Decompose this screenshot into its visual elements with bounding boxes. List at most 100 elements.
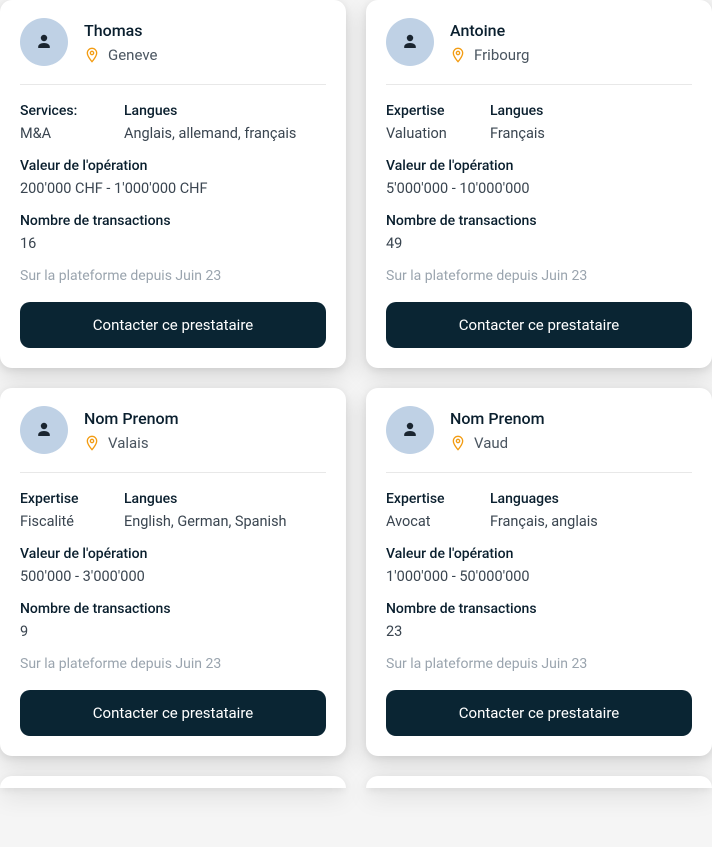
languages-value: Français, anglais (490, 513, 598, 530)
info-row: Expertise Valuation Langues Français (386, 103, 692, 142)
contact-button[interactable]: Contacter ce prestataire (20, 690, 326, 736)
location-icon (450, 435, 466, 451)
transactions-label: Nombre de transactions (386, 601, 692, 617)
provider-card: Antoine Fribourg Expertise Valuation Lan… (366, 0, 712, 368)
contact-button[interactable]: Contacter ce prestataire (386, 690, 692, 736)
info-row: Expertise Avocat Languages Français, ang… (386, 491, 692, 530)
since-text: Sur la plateforme depuis Juin 23 (20, 268, 326, 284)
location-icon (450, 47, 466, 63)
name-block: Thomas Geneve (84, 21, 157, 64)
languages-label: Langues (124, 103, 296, 119)
location: Fribourg (450, 46, 529, 64)
expertise-field: Expertise Avocat (386, 491, 458, 530)
expertise-label: Expertise (20, 491, 92, 507)
languages-label: Langues (490, 103, 545, 119)
transactions-label: Nombre de transactions (386, 213, 692, 229)
location-icon (84, 47, 100, 63)
transactions-field: Nombre de transactions 23 (386, 601, 692, 640)
services-field: Services: M&A (20, 103, 92, 142)
languages-label: Languages (490, 491, 598, 507)
transactions-label: Nombre de transactions (20, 601, 326, 617)
provider-name: Antoine (450, 21, 529, 40)
avatar (386, 406, 434, 454)
languages-field: Langues Anglais, allemand, français (124, 103, 296, 142)
person-icon (398, 418, 422, 442)
location: Valais (84, 434, 179, 452)
since-text: Sur la plateforme depuis Juin 23 (386, 656, 692, 672)
deal-value: 5'000'000 - 10'000'000 (386, 180, 692, 197)
person-icon (32, 30, 56, 54)
partial-card (0, 776, 346, 788)
location: Vaud (450, 434, 545, 452)
avatar (20, 18, 68, 66)
card-header: Thomas Geneve (20, 18, 326, 85)
deal-field: Valeur de l'opération 1'000'000 - 50'000… (386, 546, 692, 585)
services-value: M&A (20, 125, 92, 142)
info-row: Services: M&A Langues Anglais, allemand,… (20, 103, 326, 142)
provider-name: Thomas (84, 21, 157, 40)
expertise-value: Avocat (386, 513, 458, 530)
transactions-value: 49 (386, 235, 692, 252)
languages-value: Anglais, allemand, français (124, 125, 296, 142)
avatar (20, 406, 68, 454)
location-text: Fribourg (474, 46, 529, 64)
location-text: Valais (108, 434, 149, 452)
location-icon (84, 435, 100, 451)
deal-field: Valeur de l'opération 200'000 CHF - 1'00… (20, 158, 326, 197)
expertise-label: Expertise (386, 491, 458, 507)
contact-button[interactable]: Contacter ce prestataire (386, 302, 692, 348)
card-header: Antoine Fribourg (386, 18, 692, 85)
deal-value: 1'000'000 - 50'000'000 (386, 568, 692, 585)
card-header: Nom Prenom Valais (20, 406, 326, 473)
expertise-value: Valuation (386, 125, 458, 142)
transactions-value: 23 (386, 623, 692, 640)
transactions-value: 9 (20, 623, 326, 640)
transactions-field: Nombre de transactions 9 (20, 601, 326, 640)
deal-field: Valeur de l'opération 5'000'000 - 10'000… (386, 158, 692, 197)
transactions-label: Nombre de transactions (20, 213, 326, 229)
languages-value: English, German, Spanish (124, 513, 287, 530)
expertise-field: Expertise Fiscalité (20, 491, 92, 530)
provider-card: Nom Prenom Vaud Expertise Avocat Languag… (366, 388, 712, 756)
languages-field: Languages Français, anglais (490, 491, 598, 530)
person-icon (32, 418, 56, 442)
provider-card: Nom Prenom Valais Expertise Fiscalité La… (0, 388, 346, 756)
card-header: Nom Prenom Vaud (386, 406, 692, 473)
provider-card: Thomas Geneve Services: M&A Langues Angl… (0, 0, 346, 368)
since-text: Sur la plateforme depuis Juin 23 (386, 268, 692, 284)
deal-value: 500'000 - 3'000'000 (20, 568, 326, 585)
transactions-field: Nombre de transactions 16 (20, 213, 326, 252)
contact-button[interactable]: Contacter ce prestataire (20, 302, 326, 348)
expertise-label: Expertise (386, 103, 458, 119)
partial-next-row (0, 776, 712, 788)
languages-value: Français (490, 125, 545, 142)
deal-label: Valeur de l'opération (386, 158, 692, 174)
partial-card (366, 776, 712, 788)
info-row: Expertise Fiscalité Langues English, Ger… (20, 491, 326, 530)
languages-field: Langues English, German, Spanish (124, 491, 287, 530)
deal-label: Valeur de l'opération (20, 546, 326, 562)
expertise-value: Fiscalité (20, 513, 92, 530)
deal-label: Valeur de l'opération (386, 546, 692, 562)
since-text: Sur la plateforme depuis Juin 23 (20, 656, 326, 672)
name-block: Nom Prenom Vaud (450, 409, 545, 452)
location-text: Vaud (474, 434, 508, 452)
transactions-field: Nombre de transactions 49 (386, 213, 692, 252)
deal-label: Valeur de l'opération (20, 158, 326, 174)
languages-label: Langues (124, 491, 287, 507)
languages-field: Langues Français (490, 103, 545, 142)
avatar (386, 18, 434, 66)
name-block: Antoine Fribourg (450, 21, 529, 64)
deal-value: 200'000 CHF - 1'000'000 CHF (20, 180, 326, 197)
provider-name: Nom Prenom (84, 409, 179, 428)
location-text: Geneve (108, 46, 157, 64)
location: Geneve (84, 46, 157, 64)
person-icon (398, 30, 422, 54)
name-block: Nom Prenom Valais (84, 409, 179, 452)
provider-name: Nom Prenom (450, 409, 545, 428)
provider-grid: Thomas Geneve Services: M&A Langues Angl… (0, 0, 712, 756)
deal-field: Valeur de l'opération 500'000 - 3'000'00… (20, 546, 326, 585)
transactions-value: 16 (20, 235, 326, 252)
services-label: Services: (20, 103, 92, 119)
expertise-field: Expertise Valuation (386, 103, 458, 142)
